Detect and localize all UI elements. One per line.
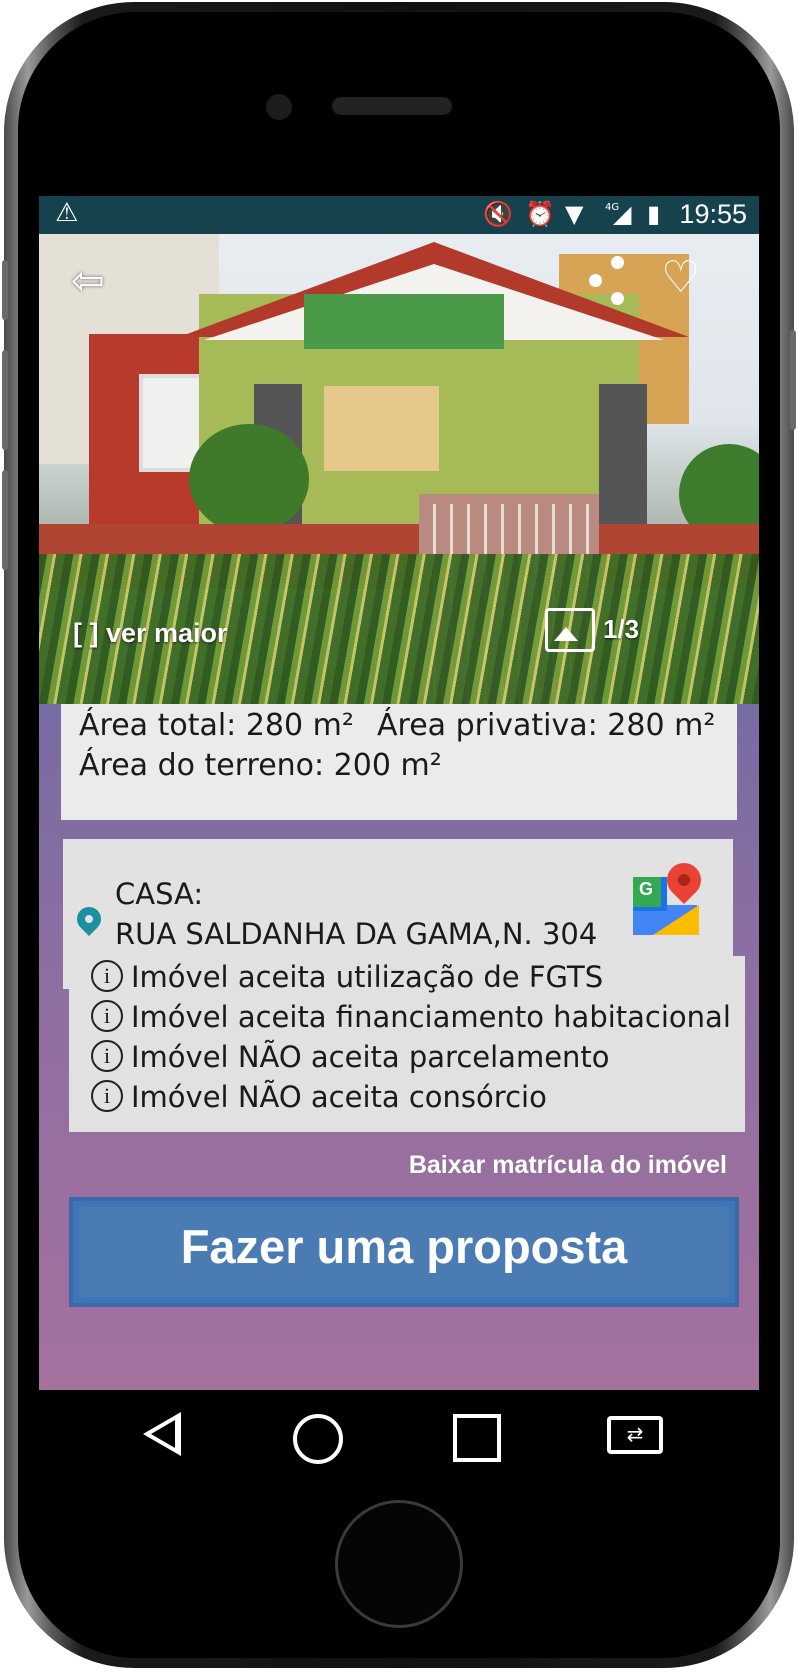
app-screen: ⚠ 🔇 ⏰ ▼ 4G ◢ ▮ 19:55 ⇦ ♡ [ ] ver maior 1… bbox=[39, 196, 759, 1390]
photo-gable bbox=[304, 294, 504, 349]
gallery-icon[interactable] bbox=[545, 608, 595, 652]
share-dot bbox=[589, 274, 602, 287]
nav-back-icon[interactable] bbox=[137, 1408, 193, 1464]
maps-g-glyph: G bbox=[639, 879, 654, 899]
earpiece-speaker bbox=[332, 97, 452, 115]
info-icon: i bbox=[91, 960, 123, 992]
feature-item: i Imóvel aceita financiamento habitacion… bbox=[69, 998, 745, 1038]
photo-counter: 1/3 bbox=[603, 614, 640, 644]
area-terreno: Área do terreno: 200 m² bbox=[79, 748, 442, 783]
property-type: CASA: bbox=[115, 877, 204, 911]
phone-side-button bbox=[2, 350, 8, 450]
feature-item: i Imóvel NÃO aceita consórcio bbox=[69, 1078, 745, 1118]
photo-front-window bbox=[324, 386, 439, 471]
info-icon: i bbox=[91, 1000, 123, 1032]
property-photo[interactable]: ⇦ ♡ [ ] ver maior 1/3 bbox=[39, 234, 759, 704]
wifi-icon: ▼ bbox=[565, 200, 584, 228]
warning-icon: ⚠ bbox=[55, 198, 79, 228]
area-privativa: Área privativa: 280 m² bbox=[377, 708, 716, 743]
status-bar: ⚠ 🔇 ⏰ ▼ 4G ◢ ▮ 19:55 bbox=[39, 196, 759, 234]
phone-home-button[interactable] bbox=[335, 1500, 463, 1628]
alarm-icon: ⏰ bbox=[525, 200, 555, 228]
back-arrow-icon[interactable]: ⇦ bbox=[71, 258, 105, 304]
area-card: Área total: 280 m² Área privativa: 280 m… bbox=[61, 704, 737, 820]
location-pin-icon bbox=[72, 902, 106, 941]
heart-icon[interactable]: ♡ bbox=[661, 252, 700, 303]
info-icon: i bbox=[91, 1040, 123, 1072]
area-total: Área total: 280 m² bbox=[79, 708, 354, 743]
expand-photo-link[interactable]: [ ] ver maior bbox=[73, 618, 228, 649]
signal-icon: ◢ bbox=[613, 200, 632, 228]
share-dot bbox=[611, 292, 624, 305]
android-nav-bar: ⇄ bbox=[39, 1390, 759, 1480]
phone-side-button bbox=[790, 330, 796, 430]
maps-pin-dot bbox=[678, 874, 690, 886]
feature-item: i Imóvel aceita utilização de FGTS bbox=[69, 958, 745, 998]
google-maps-icon[interactable]: G bbox=[633, 855, 709, 937]
mute-icon: 🔇 bbox=[483, 200, 513, 228]
share-dot bbox=[611, 256, 624, 269]
nav-switch-icon[interactable]: ⇄ bbox=[607, 1416, 663, 1454]
feature-item: i Imóvel NÃO aceita parcelamento bbox=[69, 1038, 745, 1078]
feature-text: Imóvel NÃO aceita consórcio bbox=[131, 1080, 547, 1114]
property-address: RUA SALDANHA DA GAMA,N. 304 bbox=[115, 917, 598, 951]
nav-recent-icon[interactable] bbox=[453, 1414, 501, 1462]
feature-text: Imóvel aceita utilização de FGTS bbox=[131, 960, 604, 994]
feature-text: Imóvel aceita financiamento habitacional bbox=[131, 1000, 731, 1034]
pin-hole bbox=[85, 915, 93, 923]
status-time: 19:55 bbox=[679, 199, 747, 229]
share-icon[interactable] bbox=[587, 256, 631, 308]
info-icon: i bbox=[91, 1080, 123, 1112]
battery-icon: ▮ bbox=[647, 200, 661, 228]
download-registry-link[interactable]: Baixar matrícula do imóvel bbox=[409, 1151, 727, 1180]
features-card: i Imóvel aceita utilização de FGTS i Imó… bbox=[69, 956, 745, 1132]
photo-bush bbox=[189, 424, 309, 534]
make-offer-label: Fazer uma proposta bbox=[180, 1220, 628, 1273]
nav-home-icon[interactable] bbox=[293, 1414, 343, 1464]
front-camera bbox=[266, 94, 292, 120]
make-offer-button[interactable]: Fazer uma proposta bbox=[69, 1197, 739, 1307]
feature-text: Imóvel NÃO aceita parcelamento bbox=[131, 1040, 610, 1074]
phone-side-button bbox=[2, 260, 8, 320]
phone-side-button bbox=[2, 470, 8, 570]
